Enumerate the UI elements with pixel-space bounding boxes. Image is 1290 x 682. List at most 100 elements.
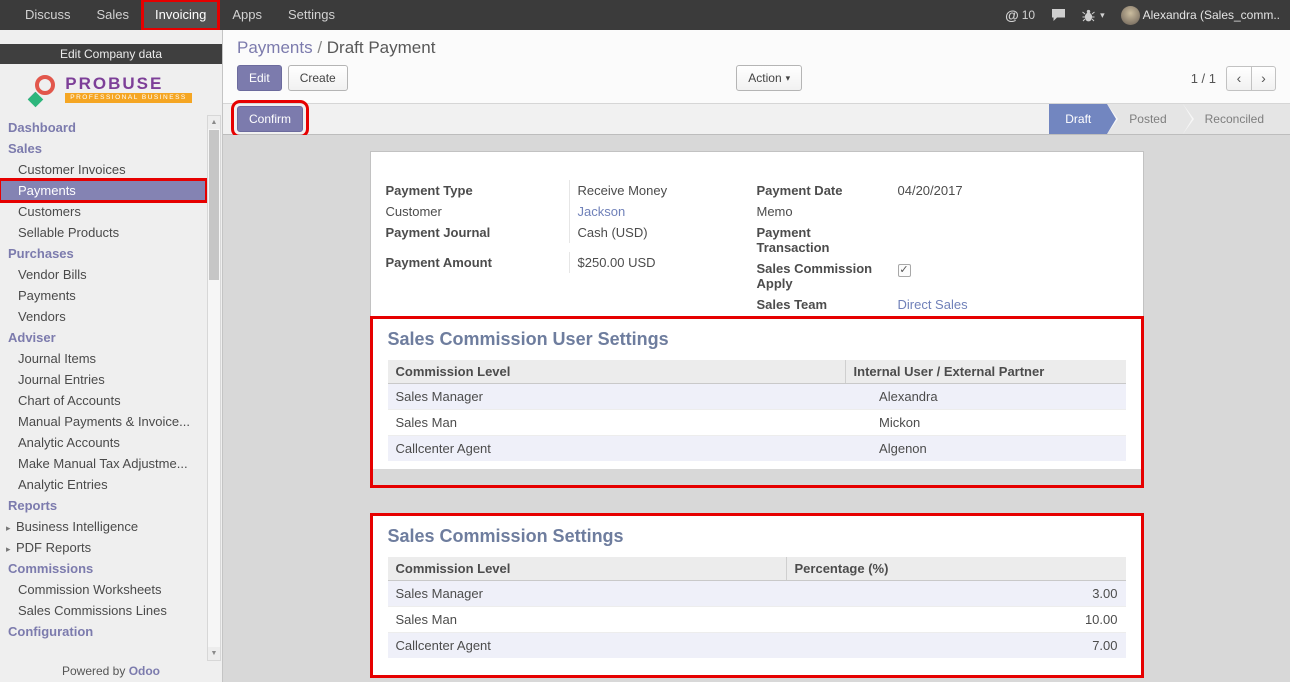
sidebar-item-customers[interactable]: Customers <box>0 201 206 222</box>
table-cell: Sales Man <box>388 410 846 436</box>
pager-text: 1 / 1 <box>1191 71 1216 86</box>
sidebar-item-vendor-bills[interactable]: Vendor Bills <box>0 264 206 285</box>
sidebar-item-analytic-entries[interactable]: Analytic Entries <box>0 474 206 495</box>
user-menu[interactable]: Alexandra (Sales_comm.. <box>1121 6 1280 25</box>
scroll-up-icon[interactable]: ▲ <box>208 116 220 129</box>
mentions-menu[interactable]: @ 10 <box>1005 7 1035 23</box>
sidebar-section-dashboard[interactable]: Dashboard <box>0 117 206 138</box>
sidebar-item-make-manual-tax-adjustme[interactable]: Make Manual Tax Adjustme... <box>0 453 206 474</box>
pager-next-button[interactable]: › <box>1251 66 1276 91</box>
status-row: Confirm DraftPostedReconciled <box>223 104 1290 135</box>
table-row[interactable]: Callcenter Agent7.00 <box>388 633 1126 659</box>
statusbar: DraftPostedReconciled <box>1049 104 1290 134</box>
bug-icon <box>1082 9 1095 22</box>
payment-form-sheet: Payment TypeReceive MoneyCustomerJackson… <box>370 151 1144 678</box>
breadcrumb-draft-payment: Draft Payment <box>327 38 436 57</box>
field-row-payment-amount: Payment Amount$250.00 USD <box>386 252 757 273</box>
field-label-sales-commission-apply: Sales Commission Apply <box>757 258 890 294</box>
topbar-menu-discuss[interactable]: Discuss <box>12 0 84 30</box>
table-row[interactable]: Callcenter AgentAlgenon <box>388 436 1126 462</box>
sidebar-item-sales-commissions-lines[interactable]: Sales Commissions Lines <box>0 600 206 621</box>
section-gap <box>370 488 1144 513</box>
table-row[interactable]: Sales ManagerAlexandra <box>388 384 1126 410</box>
sidebar-item-journal-items[interactable]: Journal Items <box>0 348 206 369</box>
column-header-internal-user-external-partner[interactable]: Internal User / External Partner <box>845 360 1125 384</box>
sidebar-item-pdf-reports[interactable]: ▸PDF Reports <box>0 537 206 558</box>
column-header-commission-level[interactable]: Commission Level <box>388 360 846 384</box>
topbar-menu-settings[interactable]: Settings <box>275 0 348 30</box>
field-value-customer[interactable]: Jackson <box>569 201 757 222</box>
sidebar-item-business-intelligence[interactable]: ▸Business Intelligence <box>0 516 206 537</box>
field-label-customer: Customer <box>386 201 569 222</box>
column-header-percentage[interactable]: Percentage (%) <box>786 557 1125 581</box>
table-cell: Alexandra <box>845 384 1125 410</box>
table-row[interactable]: Sales ManMickon <box>388 410 1126 436</box>
section-title: Sales Commission User Settings <box>388 329 1126 350</box>
logo-magnifier-icon <box>30 74 57 105</box>
status-step-posted[interactable]: Posted <box>1107 104 1182 134</box>
breadcrumb-payments[interactable]: Payments <box>237 38 313 57</box>
sidebar-item-sellable-products[interactable]: Sellable Products <box>0 222 206 243</box>
field-value-payment-date: 04/20/2017 <box>890 180 1128 201</box>
table-row[interactable]: Sales Manager3.00 <box>388 581 1126 607</box>
action-dropdown[interactable]: Action▾ <box>736 65 802 91</box>
sidebar-section-reports[interactable]: Reports <box>0 495 206 516</box>
table-cell: 10.00 <box>786 607 1125 633</box>
sidebar-section-adviser[interactable]: Adviser <box>0 327 206 348</box>
sidebar-section-configuration[interactable]: Configuration <box>0 621 206 642</box>
edit-button[interactable]: Edit <box>237 65 282 91</box>
field-group-left: Payment TypeReceive MoneyCustomerJackson… <box>386 180 757 315</box>
pager-previous-button[interactable]: ‹ <box>1226 66 1251 91</box>
topbar-menu-invoicing[interactable]: Invoicing <box>142 0 219 30</box>
field-group-right: Payment Date04/20/2017MemoPayment Transa… <box>757 180 1128 315</box>
field-label-payment-type: Payment Type <box>386 180 569 201</box>
sidebar-item-commission-worksheets[interactable]: Commission Worksheets <box>0 579 206 600</box>
sidebar-section-purchases[interactable]: Purchases <box>0 243 206 264</box>
field-label-payment-amount: Payment Amount <box>386 252 569 273</box>
user-name: Alexandra (Sales_comm.. <box>1143 8 1280 22</box>
debug-menu[interactable]: ▾ <box>1082 9 1105 22</box>
messages-menu[interactable] <box>1051 8 1066 22</box>
sidebar-item-manual-payments-invoice[interactable]: Manual Payments & Invoice... <box>0 411 206 432</box>
table-row[interactable]: Sales Man10.00 <box>388 607 1126 633</box>
at-icon: @ <box>1005 7 1019 23</box>
create-button[interactable]: Create <box>288 65 348 91</box>
sidebar-section-commissions[interactable]: Commissions <box>0 558 206 579</box>
sidebar-item-customer-invoices[interactable]: Customer Invoices <box>0 159 206 180</box>
field-row-customer: CustomerJackson <box>386 201 757 222</box>
field-label-memo: Memo <box>757 201 890 222</box>
topbar-menu-sales[interactable]: Sales <box>84 0 143 30</box>
checkbox-sales-commission-apply[interactable]: ✓ <box>898 264 911 277</box>
commission-sections: Sales Commission User Settings Commission… <box>370 316 1144 678</box>
avatar <box>1121 6 1140 25</box>
caret-down-icon: ▾ <box>1100 10 1105 21</box>
chevron-right-icon: ▸ <box>6 523 16 534</box>
sidebar-item-journal-entries[interactable]: Journal Entries <box>0 369 206 390</box>
logo-subtext: PROFESSIONAL BUSINESS <box>65 93 192 103</box>
sidebar-scrollbar[interactable]: ▲ ▼ <box>207 115 221 661</box>
powered-by: Powered by Odoo <box>0 662 222 682</box>
chevron-right-icon: ▸ <box>6 544 16 555</box>
status-step-reconciled[interactable]: Reconciled <box>1183 104 1290 134</box>
odoo-app: DiscussSalesInvoicingAppsSettings @ 10 ▾… <box>0 0 1290 682</box>
edit-company-button[interactable]: Edit Company data <box>0 44 222 64</box>
odoo-link[interactable]: Odoo <box>129 664 160 678</box>
sidebar-item-analytic-accounts[interactable]: Analytic Accounts <box>0 432 206 453</box>
sidebar-item-chart-of-accounts[interactable]: Chart of Accounts <box>0 390 206 411</box>
field-value-payment-amount: $250.00 USD <box>569 252 757 273</box>
company-logo[interactable]: PROBUSE PROFESSIONAL BUSINESS <box>0 64 222 111</box>
scrollbar-thumb[interactable] <box>209 130 219 280</box>
app-body: Edit Company data PROBUSE PROFESSIONAL B… <box>0 30 1290 682</box>
field-row-payment-type: Payment TypeReceive Money <box>386 180 757 201</box>
scroll-down-icon[interactable]: ▼ <box>208 647 220 660</box>
sidebar-item-payments[interactable]: Payments <box>0 285 206 306</box>
sidebar-item-vendors[interactable]: Vendors <box>0 306 206 327</box>
column-header-commission-level[interactable]: Commission Level <box>388 557 787 581</box>
status-step-draft[interactable]: Draft <box>1049 104 1107 134</box>
topbar-menu-apps[interactable]: Apps <box>219 0 275 30</box>
field-value-sales-team[interactable]: Direct Sales <box>890 294 1128 315</box>
field-row-payment-date: Payment Date04/20/2017 <box>757 180 1128 201</box>
sidebar-item-payments[interactable]: Payments <box>0 180 206 201</box>
sidebar-section-sales[interactable]: Sales <box>0 138 206 159</box>
confirm-button[interactable]: Confirm <box>237 106 303 132</box>
